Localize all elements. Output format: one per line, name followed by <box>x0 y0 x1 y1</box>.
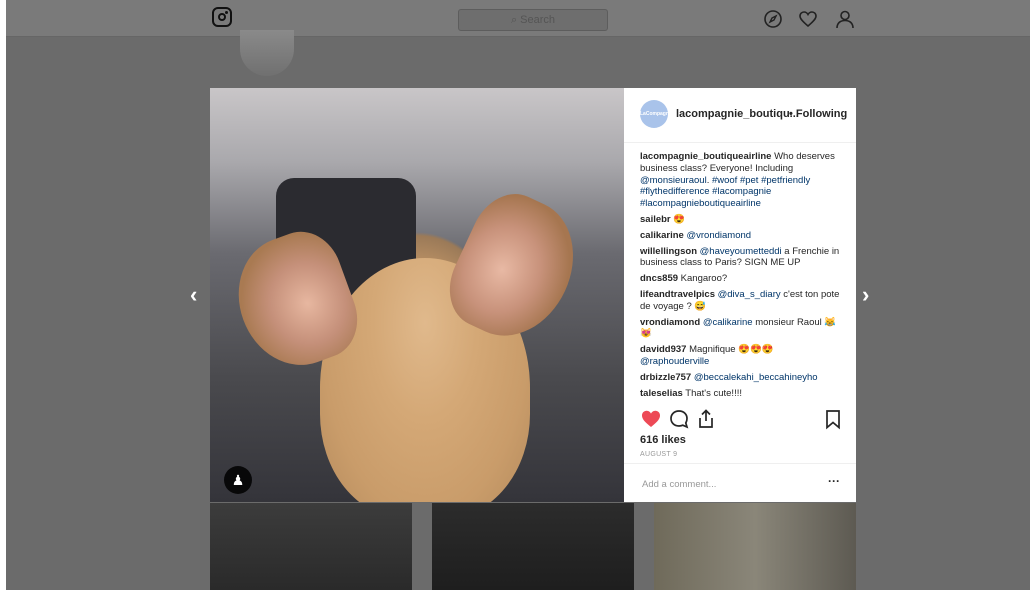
post-header: LaCompagnie lacompagnie_boutiqu... • Fol… <box>624 88 856 143</box>
grid-thumbnail[interactable] <box>210 503 412 590</box>
comment-icon[interactable] <box>668 408 690 430</box>
comment-text: 😍 <box>673 213 686 225</box>
comment-item: lifeandtravelpics @diva_s_diary c'est to… <box>640 289 844 313</box>
add-comment-bar: ··· <box>624 463 856 503</box>
more-options-icon[interactable]: ··· <box>828 474 840 488</box>
post-sidebar: LaCompagnie lacompagnie_boutiqu... • Fol… <box>624 88 856 502</box>
grid-thumbnail[interactable] <box>432 503 634 590</box>
profile-icon[interactable] <box>835 9 855 29</box>
comment-username[interactable]: drbizzle757 <box>640 372 691 383</box>
comment-username[interactable]: willellingson <box>640 246 697 257</box>
profile-header-avatar <box>240 30 294 76</box>
comment-item: dncs859 Kangaroo? <box>640 273 844 285</box>
comment-item: lacompagnie_boutiqueairline Who deserves… <box>640 151 844 210</box>
following-label[interactable]: • Following <box>789 108 847 120</box>
comment-item: sailebr 😍 <box>640 214 844 226</box>
comment-item: willellingson @haveyoumetteddi a Frenchi… <box>640 246 844 270</box>
comment-item: calikarine @vrondiamond <box>640 230 844 242</box>
comment-text: Magnifique 😍😍😍 <box>689 344 774 356</box>
comment-item: vrondiamond @calikarine monsieur Raoul 😹… <box>640 317 844 341</box>
comment-item: taleselias That's cute!!!! <box>640 388 844 400</box>
like-heart-icon[interactable] <box>640 408 662 430</box>
search-input[interactable]: ⌕ Search <box>458 9 608 31</box>
likes-count[interactable]: 616 likes <box>640 434 686 446</box>
bookmark-icon[interactable] <box>822 408 844 430</box>
comments-list: lacompagnie_boutiqueairline Who deserves… <box>640 151 844 401</box>
comment-text: Kangaroo? <box>680 273 728 285</box>
post-photo[interactable]: ♟ <box>210 88 624 502</box>
page-overlay: ⌕ Search ♟ LaCompagnie lacompagnie_bouti… <box>6 0 1030 590</box>
share-icon[interactable] <box>695 408 717 430</box>
comment-username[interactable]: davidd937 <box>640 344 686 355</box>
grid-thumbnail[interactable] <box>654 503 856 590</box>
comment-link[interactable]: @haveyoumetteddi <box>700 246 782 257</box>
post-actions <box>640 408 844 432</box>
comment-link[interactable]: @vrondiamond <box>686 230 751 241</box>
instagram-logo-icon[interactable] <box>212 7 232 27</box>
comment-item: davidd937 Magnifique 😍😍😍 @raphouderville <box>640 344 844 368</box>
comment-link[interactable]: @calikarine <box>703 317 753 328</box>
comment-username[interactable]: calikarine <box>640 230 684 241</box>
comment-link[interactable]: @raphouderville <box>640 356 709 367</box>
previous-post-chevron-icon[interactable]: ‹ <box>190 282 197 308</box>
add-comment-input[interactable] <box>640 474 804 494</box>
comment-username[interactable]: lifeandtravelpics <box>640 289 715 300</box>
tagged-user-icon[interactable]: ♟ <box>224 466 252 494</box>
comment-username[interactable]: dncs859 <box>640 273 678 284</box>
comment-link[interactable]: @monsieuraoul <box>640 175 707 186</box>
comment-username[interactable]: lacompagnie_boutiqueairline <box>640 151 771 162</box>
post-date: AUGUST 9 <box>640 451 678 458</box>
comment-item: drbizzle757 @beccalekahi_beccahineyho <box>640 372 844 384</box>
comment-link[interactable]: @beccalekahi_beccahineyho <box>694 372 818 383</box>
comment-username[interactable]: taleselias <box>640 388 683 399</box>
explore-compass-icon[interactable] <box>763 9 783 29</box>
comment-link[interactable]: @diva_s_diary <box>718 289 781 300</box>
search-icon: ⌕ <box>510 14 521 26</box>
heart-activity-icon[interactable] <box>798 9 818 29</box>
author-avatar[interactable]: LaCompagnie <box>640 100 673 128</box>
next-post-chevron-icon[interactable]: › <box>862 282 869 308</box>
comment-username[interactable]: vrondiamond <box>640 317 700 328</box>
top-nav-bar: ⌕ Search <box>6 0 1030 37</box>
comment-text: That's cute!!!! <box>685 387 742 399</box>
author-username[interactable]: lacompagnie_boutiqu... <box>676 108 799 120</box>
comment-username[interactable]: sailebr <box>640 214 671 225</box>
